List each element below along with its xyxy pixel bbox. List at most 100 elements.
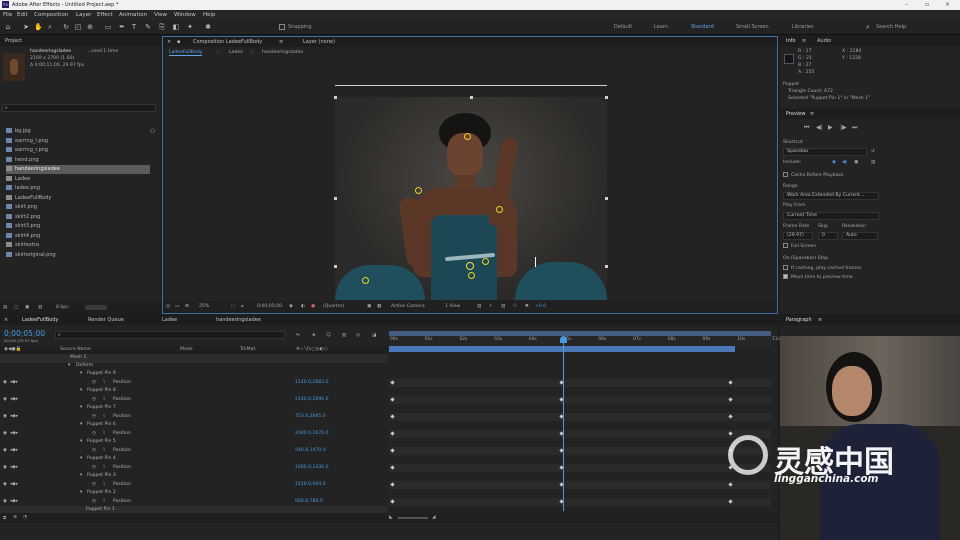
first-frame-icon[interactable]: ⏮ bbox=[804, 124, 809, 132]
tab-ladeefullbody[interactable]: LadeeFullBody bbox=[22, 317, 58, 323]
keyframe[interactable] bbox=[728, 380, 733, 385]
list-item[interactable]: LadeeFullBody bbox=[6, 194, 150, 203]
exposure-icon[interactable]: ✺ bbox=[525, 304, 529, 309]
full-screen-option[interactable]: Full Screen bbox=[783, 243, 816, 249]
workspace-default[interactable]: Default bbox=[614, 24, 632, 30]
tab-menu-icon[interactable]: ≡ bbox=[802, 38, 806, 44]
delete-icon[interactable]: ▥ bbox=[38, 305, 42, 310]
timeline-timecode[interactable]: 0;00;05;00 bbox=[4, 329, 45, 338]
eye-icon[interactable]: ◉ bbox=[3, 498, 7, 507]
tab-render-queue[interactable]: Render Queue bbox=[88, 317, 124, 323]
transform-handle[interactable] bbox=[334, 197, 337, 200]
monitor-icon[interactable]: ▭ bbox=[175, 304, 179, 309]
frame-blending-icon[interactable]: ▥ bbox=[342, 333, 346, 338]
region-of-interest-icon[interactable]: ▣ bbox=[367, 304, 371, 309]
transform-handle[interactable] bbox=[605, 265, 608, 268]
list-item[interactable]: earring_l.png bbox=[6, 137, 150, 146]
draft-3d-icon[interactable]: ◈ bbox=[312, 333, 316, 338]
keyframe-lane[interactable] bbox=[389, 497, 771, 506]
tab-menu-icon[interactable]: ≡ bbox=[279, 39, 283, 45]
keyframe-nav-icon[interactable]: ◂◆▸ bbox=[10, 498, 18, 507]
last-frame-icon[interactable]: ⏭ bbox=[852, 124, 857, 132]
mode-header[interactable]: Mode bbox=[180, 347, 193, 352]
lock-icon[interactable]: ▪ bbox=[177, 39, 180, 45]
list-item[interactable]: skirt4.png bbox=[6, 232, 150, 241]
position-property-row[interactable]: ◉ ◂◆▸ ◷ ⌇ Position 666.0,780.0 bbox=[0, 498, 388, 507]
menu-view[interactable]: View bbox=[154, 12, 167, 18]
keyframe-lane[interactable] bbox=[389, 412, 771, 421]
close-tab-icon[interactable]: × bbox=[167, 39, 171, 45]
hand-tool-icon[interactable]: ✋ bbox=[34, 23, 43, 31]
menu-animation[interactable]: Animation bbox=[119, 12, 147, 18]
position-value[interactable]: 540.0,1470.0 bbox=[295, 447, 326, 456]
home-icon[interactable]: ⌂ bbox=[4, 23, 12, 31]
layer-tab[interactable]: Layer (none) bbox=[303, 39, 335, 45]
play-from-dropdown[interactable]: Current Time bbox=[783, 212, 879, 220]
timeline-zoom-slider[interactable] bbox=[398, 517, 428, 519]
list-item[interactable]: skirtextra bbox=[6, 241, 150, 250]
zoom-value[interactable]: 25% bbox=[199, 304, 209, 309]
maximize-icon[interactable]: ▫ bbox=[925, 1, 929, 8]
list-item[interactable]: Ladee bbox=[6, 175, 150, 184]
position-value[interactable]: 2140.0,2690.0 bbox=[295, 396, 329, 405]
keyframe-nav-icon[interactable]: ◂◆▸ bbox=[10, 447, 18, 456]
eye-icon[interactable]: ◉ bbox=[3, 447, 7, 456]
skip-dropdown[interactable]: 0 bbox=[818, 232, 838, 240]
zoom-tool-icon[interactable]: ⌕ bbox=[46, 23, 54, 31]
keyframe-nav-icon[interactable]: ◂◆▸ bbox=[10, 379, 18, 388]
keyframe-lane[interactable] bbox=[389, 446, 771, 455]
stopwatch-icon[interactable]: ◷ bbox=[92, 464, 96, 473]
eye-icon[interactable]: ◉ bbox=[3, 481, 7, 490]
position-value[interactable]: 753.0,2685.0 bbox=[295, 413, 326, 422]
close-icon[interactable]: × bbox=[945, 1, 950, 8]
include-audio-icon[interactable]: ◀) bbox=[842, 160, 847, 165]
puppet-pin-icon[interactable] bbox=[468, 272, 475, 279]
keyframe[interactable] bbox=[728, 397, 733, 402]
zoom-in-icon[interactable]: ◢ bbox=[432, 515, 436, 520]
resolution-dropdown[interactable]: (Quarter) bbox=[323, 304, 344, 309]
audio-tab[interactable]: Audio bbox=[817, 38, 831, 44]
list-item[interactable]: bg.jpg bbox=[6, 127, 150, 136]
reset-icon[interactable]: ↺ bbox=[871, 149, 875, 154]
current-time-display[interactable]: 0;00;05;00 bbox=[257, 304, 282, 309]
puppet-pin-row[interactable]: ▾ Puppet Pin 8 bbox=[0, 387, 388, 396]
twirl-icon[interactable]: ▾ bbox=[80, 404, 82, 413]
transform-handle[interactable] bbox=[334, 96, 337, 99]
position-property-row[interactable]: ◉ ◂◆▸ ◷ ⌇ Position 2140.0,2690.0 bbox=[0, 396, 388, 405]
pen-tool-icon[interactable]: ✒ bbox=[118, 23, 126, 31]
keyframe-nav-icon[interactable]: ◂◆▸ bbox=[10, 413, 18, 422]
preview-tab[interactable]: Preview bbox=[786, 111, 805, 117]
keyframe[interactable] bbox=[728, 414, 733, 419]
puppet-pin-icon[interactable] bbox=[464, 133, 471, 140]
position-value[interactable]: 2040.0,1670.0 bbox=[295, 430, 329, 439]
flowchart-icon[interactable]: ⚇ bbox=[513, 304, 517, 309]
keyframe[interactable] bbox=[390, 465, 395, 470]
twirl-icon[interactable]: ▾ bbox=[80, 455, 82, 464]
stopwatch-icon[interactable]: ◷ bbox=[92, 481, 96, 490]
region-icon[interactable]: ⬚ bbox=[231, 304, 235, 309]
snapping-checkbox[interactable] bbox=[279, 24, 285, 30]
workspace-libraries[interactable]: Libraries bbox=[792, 24, 814, 30]
puppet-pin-row[interactable]: ▾ Puppet Pin 7 bbox=[0, 404, 388, 413]
stopwatch-icon[interactable]: ◷ bbox=[92, 430, 96, 439]
keyframe-lane[interactable] bbox=[389, 463, 771, 472]
interpret-footage-icon[interactable]: ▤ bbox=[3, 305, 7, 310]
menu-file[interactable]: File bbox=[3, 12, 12, 18]
new-composition-icon[interactable]: ▣ bbox=[25, 305, 29, 310]
keyframe[interactable] bbox=[390, 414, 395, 419]
composition-tab[interactable]: Composition LadeeFullBody bbox=[193, 39, 262, 45]
previous-frame-icon[interactable]: ◀| bbox=[816, 124, 823, 131]
layer-switches-icon[interactable]: ⧉ bbox=[3, 515, 6, 521]
project-search-input[interactable]: ⌕ bbox=[2, 104, 156, 112]
keyframe[interactable] bbox=[390, 431, 395, 436]
transform-handle[interactable] bbox=[334, 265, 337, 268]
exposure-value[interactable]: +0.0 bbox=[535, 304, 546, 309]
new-folder-icon[interactable]: ▢ bbox=[14, 305, 18, 310]
search-icon[interactable]: ⌕ bbox=[864, 23, 872, 31]
list-item[interactable]: handeeringsladee bbox=[6, 165, 150, 174]
roto-brush-tool-icon[interactable]: ✦ bbox=[186, 23, 194, 31]
twirl-icon[interactable]: ▾ bbox=[80, 421, 82, 430]
include-overlays-icon[interactable]: ▣ bbox=[854, 160, 858, 165]
play-icon[interactable]: ▶ bbox=[828, 124, 833, 131]
puppet-pin-icon[interactable] bbox=[362, 277, 369, 284]
